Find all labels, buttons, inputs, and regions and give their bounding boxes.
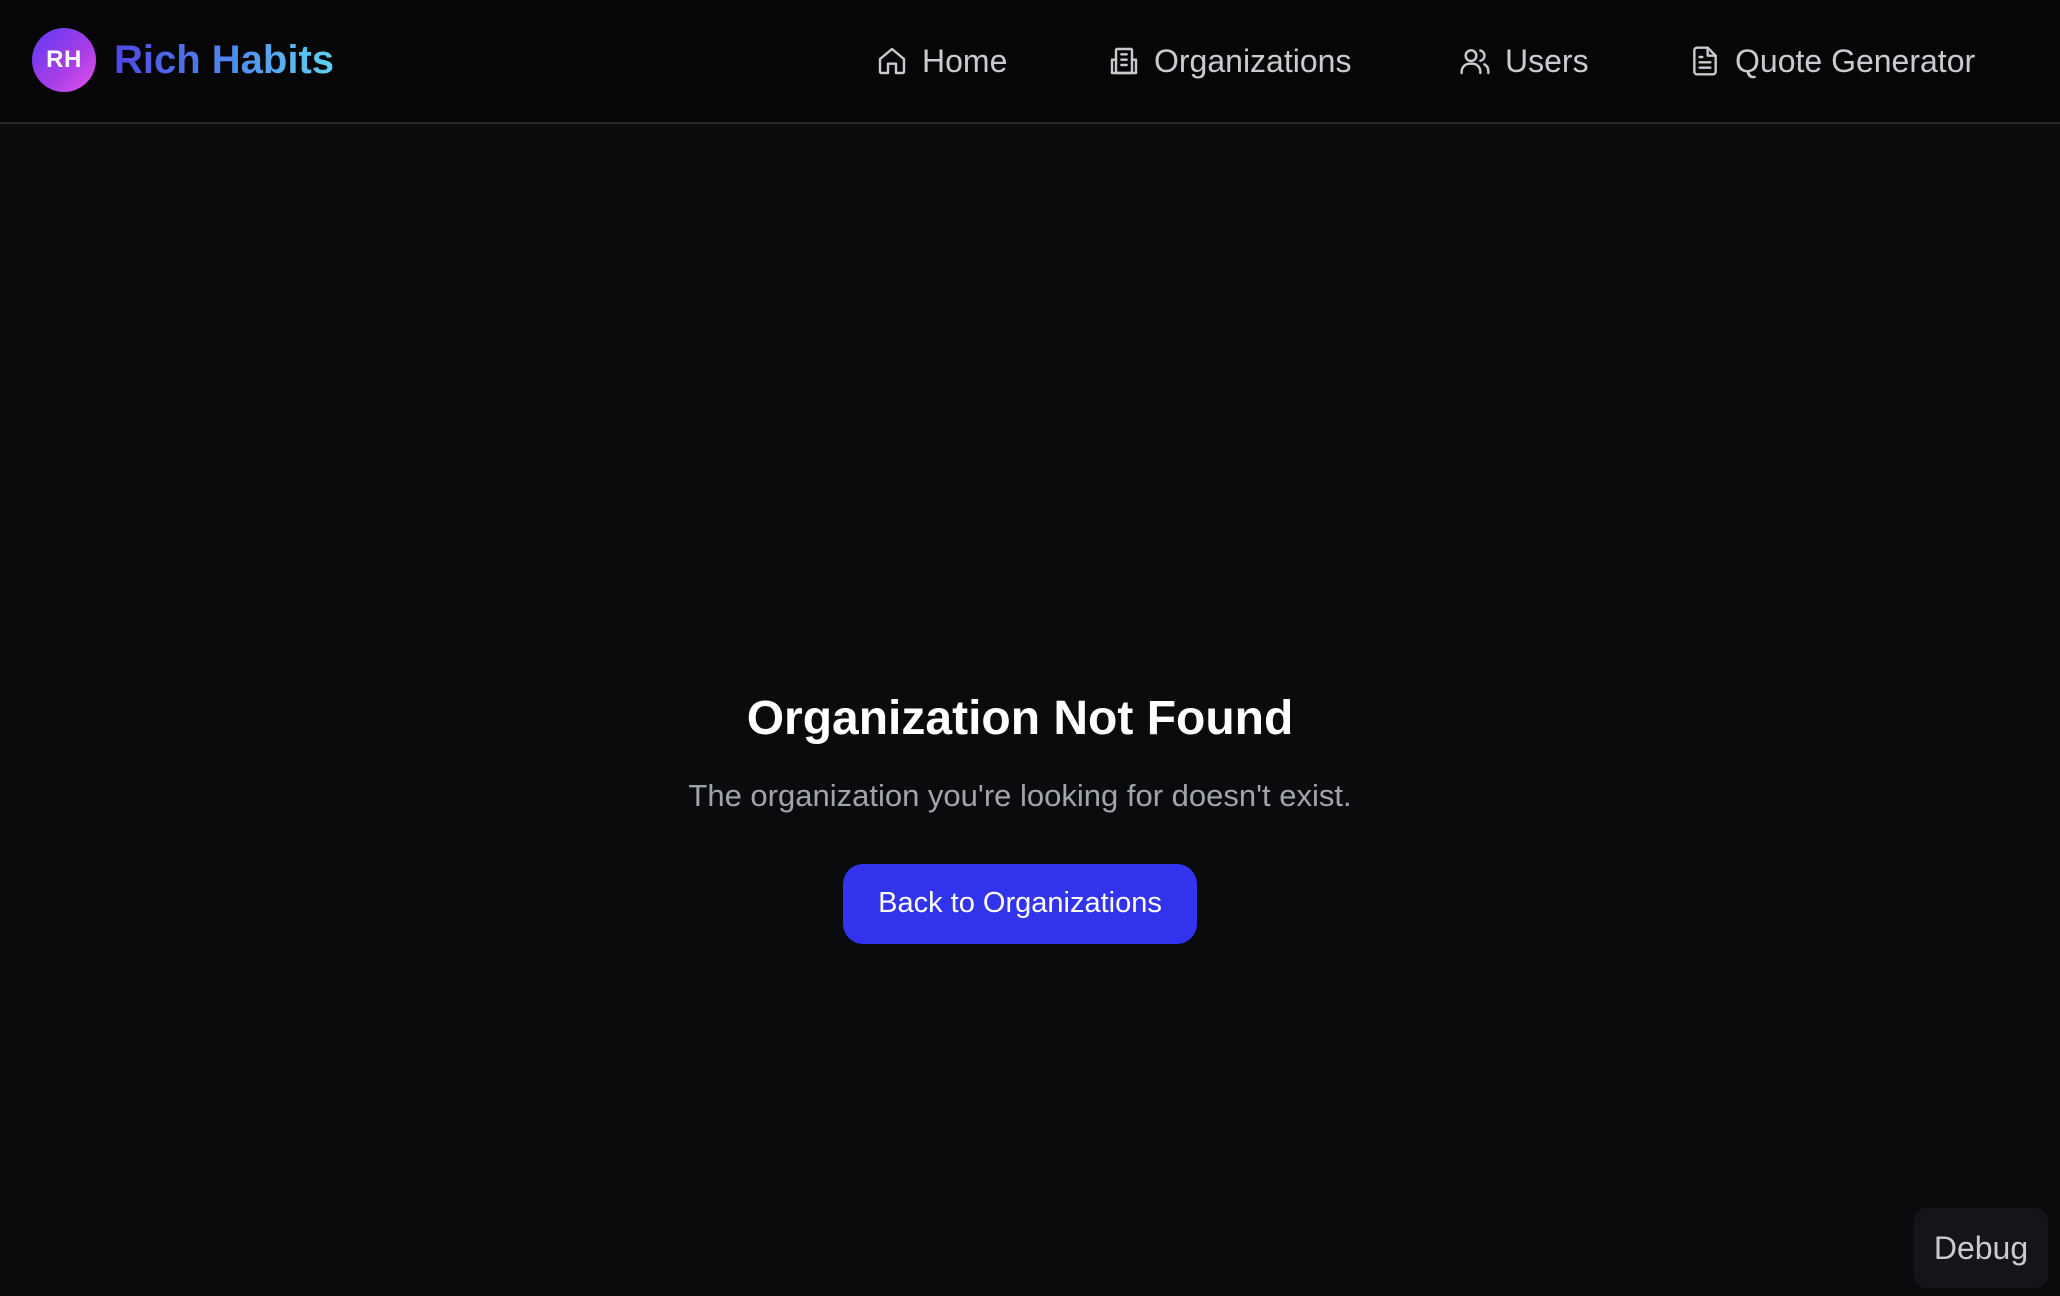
home-icon — [878, 47, 906, 75]
nav-label-home: Home — [922, 42, 1008, 79]
page-title: Organization Not Found — [746, 692, 1294, 745]
brand-name: Rich Habits — [114, 38, 335, 82]
nav-item-home[interactable]: Home — [876, 32, 1007, 90]
not-found-panel: Organization Not Found The organization … — [0, 690, 2040, 944]
nav-item-users[interactable]: Users — [1459, 32, 1589, 90]
nav-item-organizations[interactable]: Organizations — [1108, 32, 1351, 90]
top-navbar: RH Rich Habits Home Organizations Users — [0, 0, 2060, 124]
nav-label-quote-generator: Quote Generator — [1735, 42, 1976, 79]
debug-button[interactable]: Debug — [1914, 1208, 2048, 1288]
document-icon — [1693, 46, 1717, 76]
page: RH Rich Habits Home Organizations Users — [0, 0, 2060, 1296]
brand-link[interactable]: RH Rich Habits — [32, 28, 334, 92]
nav-label-users: Users — [1505, 42, 1589, 79]
nav-label-organizations: Organizations — [1154, 42, 1352, 79]
not-found-message: The organization you're looking for does… — [688, 777, 1352, 813]
nav-item-quote-generator[interactable]: Quote Generator — [1689, 32, 1975, 90]
back-to-organizations-button[interactable]: Back to Organizations — [843, 863, 1197, 944]
building-icon — [1110, 47, 1138, 75]
users-icon — [1460, 49, 1490, 75]
brand-avatar: RH — [32, 28, 96, 92]
debug-label: Debug — [1933, 1229, 2029, 1266]
avatar-initials: RH — [46, 46, 82, 73]
